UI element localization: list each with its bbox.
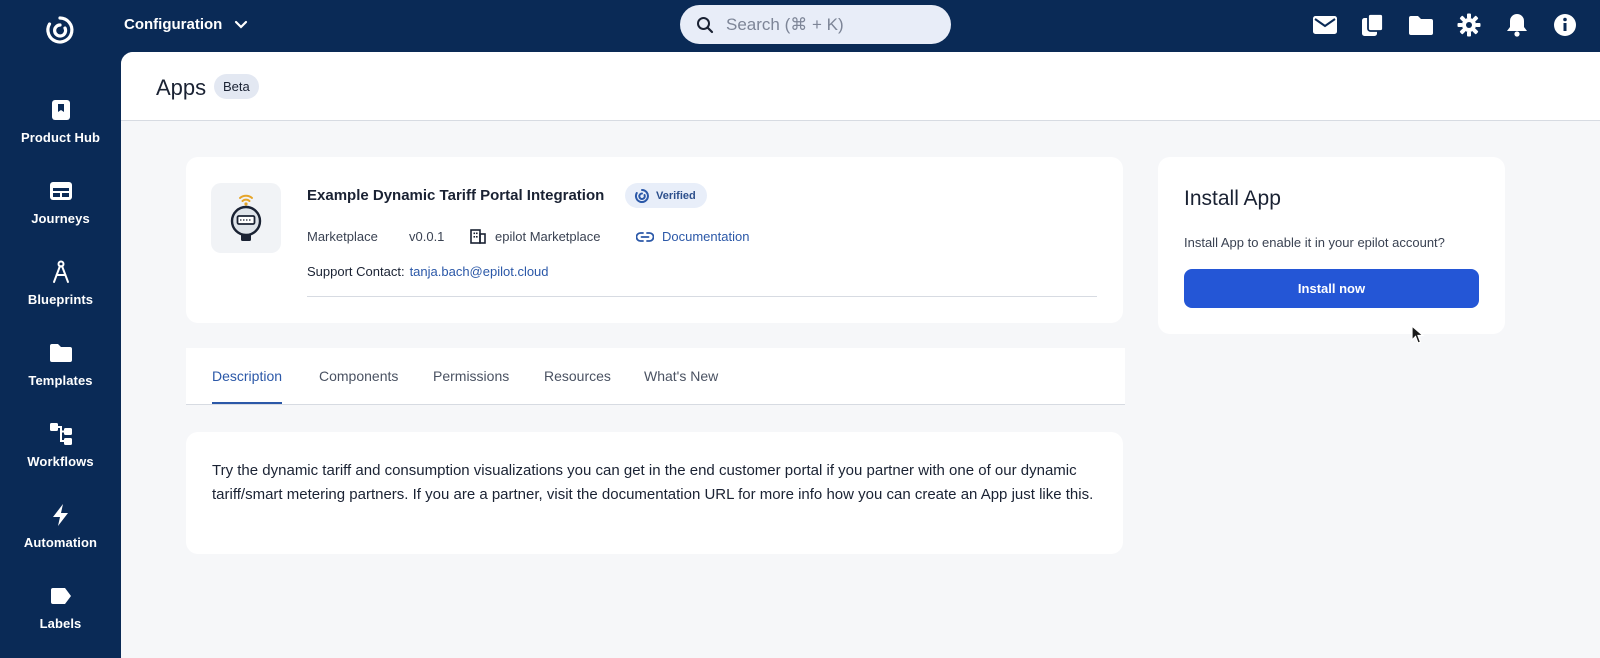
search-icon bbox=[697, 16, 714, 33]
sidebar-item-automation[interactable]: Automation bbox=[0, 503, 121, 573]
chevron-down-icon bbox=[235, 20, 248, 29]
lightning-icon bbox=[52, 504, 68, 526]
smart-meter-icon bbox=[230, 194, 262, 241]
sidebar-item-label: Workflows bbox=[27, 454, 94, 469]
support-label: Support Contact: bbox=[307, 264, 405, 279]
install-app-card: Install App Install App to enable it in … bbox=[1158, 157, 1505, 334]
sidebar: Product Hub Journeys Blueprints Template… bbox=[0, 0, 121, 658]
sidebar-item-label: Blueprints bbox=[27, 292, 94, 307]
bookmark-icon bbox=[51, 100, 70, 120]
sidebar-item-label: Labels bbox=[39, 616, 82, 631]
documentation-link[interactable]: Documentation bbox=[636, 229, 749, 244]
folder-icon bbox=[49, 344, 72, 362]
flow-icon bbox=[49, 423, 72, 445]
tag-icon bbox=[50, 588, 71, 604]
search-bar[interactable] bbox=[680, 5, 951, 44]
info-icon[interactable] bbox=[1552, 12, 1578, 38]
tab-components[interactable]: Components bbox=[319, 348, 398, 404]
sidebar-item-blueprints[interactable]: Blueprints bbox=[0, 260, 121, 330]
mail-icon[interactable] bbox=[1312, 12, 1338, 38]
sidebar-item-label: Templates bbox=[28, 373, 93, 388]
tab-resources[interactable]: Resources bbox=[544, 348, 611, 404]
configuration-dropdown[interactable]: Configuration bbox=[124, 16, 248, 33]
support-contact: Support Contact: tanja.bach@epilot.cloud bbox=[307, 264, 549, 279]
sidebar-item-labels[interactable]: Labels bbox=[0, 584, 121, 654]
bell-icon[interactable] bbox=[1504, 12, 1530, 38]
epilot-logo-icon[interactable] bbox=[44, 14, 76, 46]
app-publisher-name: epilot Marketplace bbox=[495, 229, 601, 244]
tab-whats-new[interactable]: What's New bbox=[644, 348, 718, 404]
sidebar-item-templates[interactable]: Templates bbox=[0, 341, 121, 411]
beta-badge: Beta bbox=[214, 74, 259, 99]
app-info-card: Example Dynamic Tariff Portal Integratio… bbox=[186, 157, 1123, 323]
description-card: Try the dynamic tariff and consumption v… bbox=[186, 432, 1123, 554]
gear-icon[interactable] bbox=[1456, 12, 1482, 38]
top-icon-group bbox=[1312, 12, 1578, 38]
description-text: Try the dynamic tariff and consumption v… bbox=[212, 462, 1094, 503]
documentation-label: Documentation bbox=[662, 229, 750, 244]
sidebar-item-journeys[interactable]: Journeys bbox=[0, 179, 121, 249]
tab-description[interactable]: Description bbox=[212, 348, 283, 404]
tab-permissions[interactable]: Permissions bbox=[433, 348, 509, 404]
page-title: Apps bbox=[156, 75, 207, 100]
app-logo bbox=[211, 183, 281, 253]
verified-label: Verified bbox=[656, 189, 696, 202]
install-title: Install App bbox=[1184, 187, 1281, 210]
app-version: v0.0.1 bbox=[409, 229, 445, 244]
sidebar-item-label: Journeys bbox=[31, 211, 90, 226]
main-content: Apps Beta Example Dynamic Tariff Portal … bbox=[121, 52, 1600, 658]
app-name: Example Dynamic Tariff Portal Integratio… bbox=[307, 187, 605, 204]
tab-bar: Description Components Permissions Resou… bbox=[186, 348, 1125, 405]
app-source: Marketplace bbox=[307, 229, 378, 244]
folder-icon[interactable] bbox=[1408, 12, 1434, 38]
support-email-link[interactable]: tanja.bach@epilot.cloud bbox=[410, 264, 549, 279]
app-publisher: epilot Marketplace bbox=[470, 229, 601, 244]
page-header: Apps Beta bbox=[121, 52, 1600, 121]
sidebar-item-workflows[interactable]: Workflows bbox=[0, 422, 121, 492]
sidebar-item-product-hub[interactable]: Product Hub bbox=[0, 98, 121, 168]
configuration-label: Configuration bbox=[124, 16, 223, 33]
building-icon bbox=[470, 229, 486, 244]
mouse-cursor-icon bbox=[1411, 325, 1425, 344]
install-description: Install App to enable it in your epilot … bbox=[1184, 235, 1445, 250]
epilot-verified-icon bbox=[634, 188, 649, 203]
verified-badge: Verified bbox=[625, 183, 707, 208]
sidebar-item-label: Automation bbox=[23, 535, 98, 550]
divider bbox=[307, 296, 1097, 297]
link-icon bbox=[636, 231, 654, 242]
compass-icon bbox=[52, 260, 69, 283]
copy-icon[interactable] bbox=[1360, 12, 1386, 38]
sidebar-item-label: Product Hub bbox=[20, 130, 101, 145]
install-now-button[interactable]: Install now bbox=[1184, 269, 1479, 308]
search-input[interactable] bbox=[726, 14, 926, 35]
top-bar: Configuration bbox=[121, 0, 1600, 52]
browser-window-icon bbox=[49, 182, 72, 200]
